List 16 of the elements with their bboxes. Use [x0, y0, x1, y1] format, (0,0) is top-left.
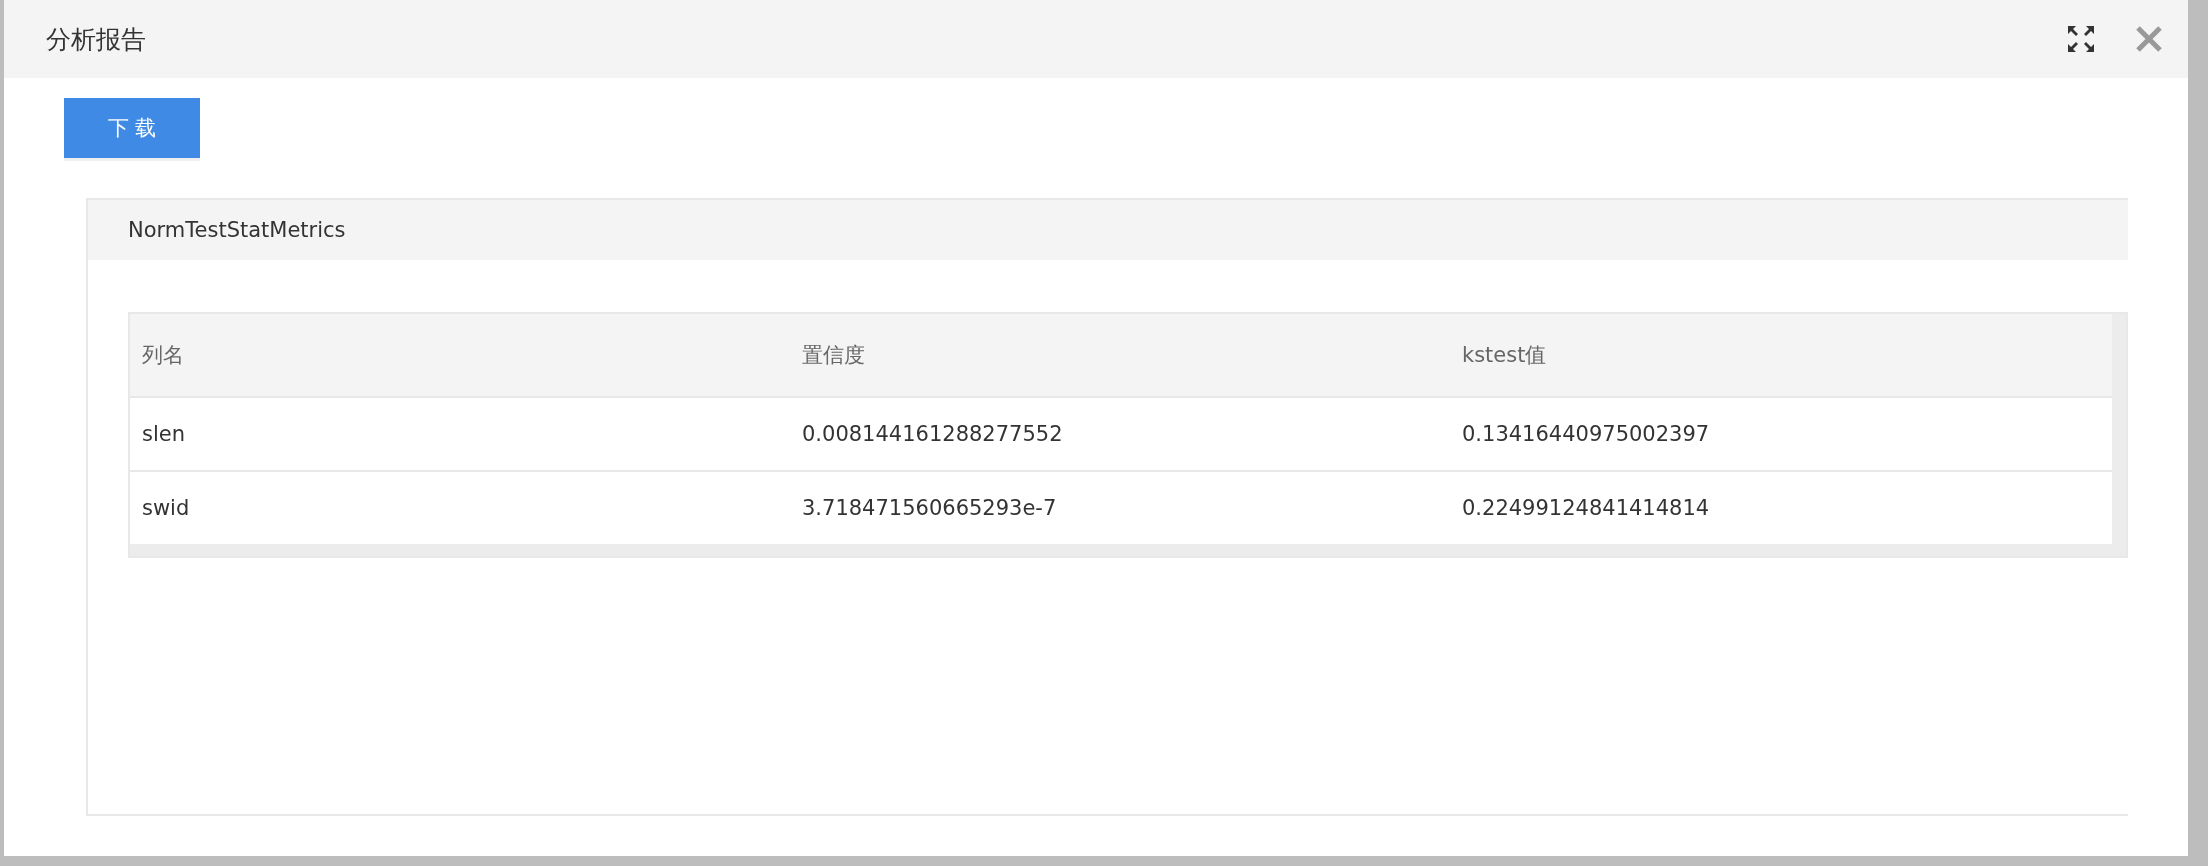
column-header: kstest值: [1461, 342, 1548, 369]
column-header: 列名: [141, 342, 185, 369]
table-cell-text: 0.22499124841414814: [1461, 496, 1711, 520]
table-cell-text: 0.008144161288277552: [801, 422, 1064, 446]
dialog-title: 分析报告: [46, 23, 147, 56]
close-icon: [2136, 26, 2162, 52]
download-button[interactable]: 下 载: [64, 98, 200, 158]
panel-title: NormTestStatMetrics: [128, 218, 346, 242]
table-cell-text: slen: [141, 422, 186, 446]
table-cell-text: 3.718471560665293e-7: [801, 496, 1058, 520]
close-button[interactable]: [2136, 26, 2162, 52]
expand-arrows-icon: [2068, 26, 2094, 52]
fullscreen-button[interactable]: [2068, 26, 2094, 52]
column-header: 置信度: [801, 342, 866, 369]
table-cell-text: swid: [141, 496, 191, 520]
table-cell-text: 0.13416440975002397: [1461, 422, 1711, 446]
